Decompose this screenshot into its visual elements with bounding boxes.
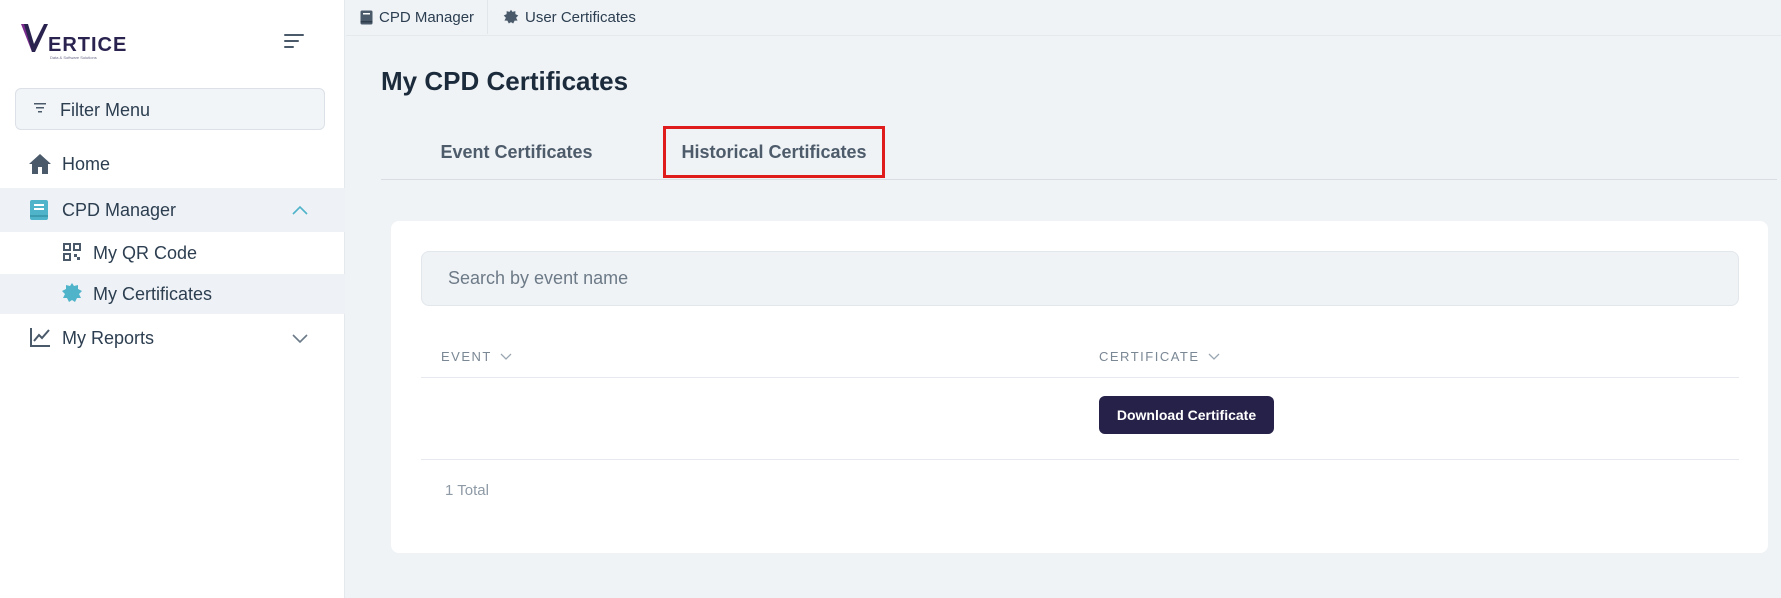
chevron-up-icon[interactable]: [292, 205, 308, 215]
sort-chevron-icon: [500, 353, 512, 360]
logo-text: ERTICE: [48, 34, 128, 56]
tab-event-certificates[interactable]: Event Certificates: [420, 126, 613, 178]
column-header-label: CERTIFICATE: [1099, 349, 1200, 364]
sidebar-item-label: CPD Manager: [62, 200, 177, 220]
sidebar-item-label: Home: [62, 154, 111, 174]
sidebar-item-my-reports[interactable]: My Reports: [0, 318, 345, 358]
book-icon: [360, 10, 373, 24]
tab-historical-certificates[interactable]: Historical Certificates: [663, 126, 885, 178]
column-header-event[interactable]: EVENT: [441, 349, 512, 364]
page-title: My CPD Certificates: [381, 66, 629, 96]
sort-chevron-icon: [1208, 353, 1219, 360]
column-header-certificate[interactable]: CERTIFICATE: [1099, 349, 1220, 364]
logo-tagline: Data & Software Solutions: [50, 55, 97, 60]
sidebar-item-label: My Reports: [62, 328, 155, 348]
table-header-divider: [421, 377, 1739, 378]
sidebar-item-home[interactable]: Home: [0, 144, 345, 184]
sidebar-item-label: My Certificates: [93, 284, 213, 304]
breadcrumb-divider: [487, 0, 488, 34]
filter-menu-input[interactable]: Filter Menu: [15, 88, 325, 130]
breadcrumb-item-cpd-manager[interactable]: CPD Manager: [360, 0, 474, 34]
column-header-label: EVENT: [441, 349, 492, 364]
download-certificate-button[interactable]: Download Certificate: [1099, 396, 1274, 434]
tabs-divider: [381, 179, 1777, 180]
line-chart-icon: [30, 328, 50, 347]
qr-code-icon: [63, 243, 81, 261]
breadcrumb-label: CPD Manager: [379, 8, 475, 26]
total-count: 1 Total: [445, 482, 489, 499]
sidebar-item-my-certificates[interactable]: My Certificates: [0, 274, 345, 314]
sidebar: ERTICE Data & Software Solutions Filter …: [0, 0, 345, 598]
certificates-card: EVENT CERTIFICATE Download Certificate 1…: [391, 221, 1768, 553]
table-row-divider: [421, 459, 1739, 460]
chevron-down-icon[interactable]: [292, 334, 308, 344]
menu-collapse-icon[interactable]: [282, 31, 306, 51]
breadcrumb-label: User Certificates: [525, 8, 636, 26]
sidebar-item-cpd-manager[interactable]: CPD Manager: [0, 188, 345, 232]
home-icon: [29, 154, 51, 174]
filter-icon: [34, 103, 46, 113]
sidebar-item-label: My QR Code: [93, 243, 198, 263]
breadcrumb: CPD Manager User Certificates: [346, 0, 1781, 36]
certificate-badge-icon: [503, 9, 519, 24]
search-input[interactable]: [421, 251, 1739, 306]
certificate-badge-icon: [62, 283, 82, 302]
breadcrumb-item-user-certificates[interactable]: User Certificates: [503, 0, 636, 34]
vertice-logo[interactable]: ERTICE Data & Software Solutions: [20, 22, 160, 62]
sidebar-item-my-qr-code[interactable]: My QR Code: [0, 233, 345, 273]
filter-menu-label: Filter Menu: [60, 100, 151, 120]
book-icon: [30, 200, 48, 220]
